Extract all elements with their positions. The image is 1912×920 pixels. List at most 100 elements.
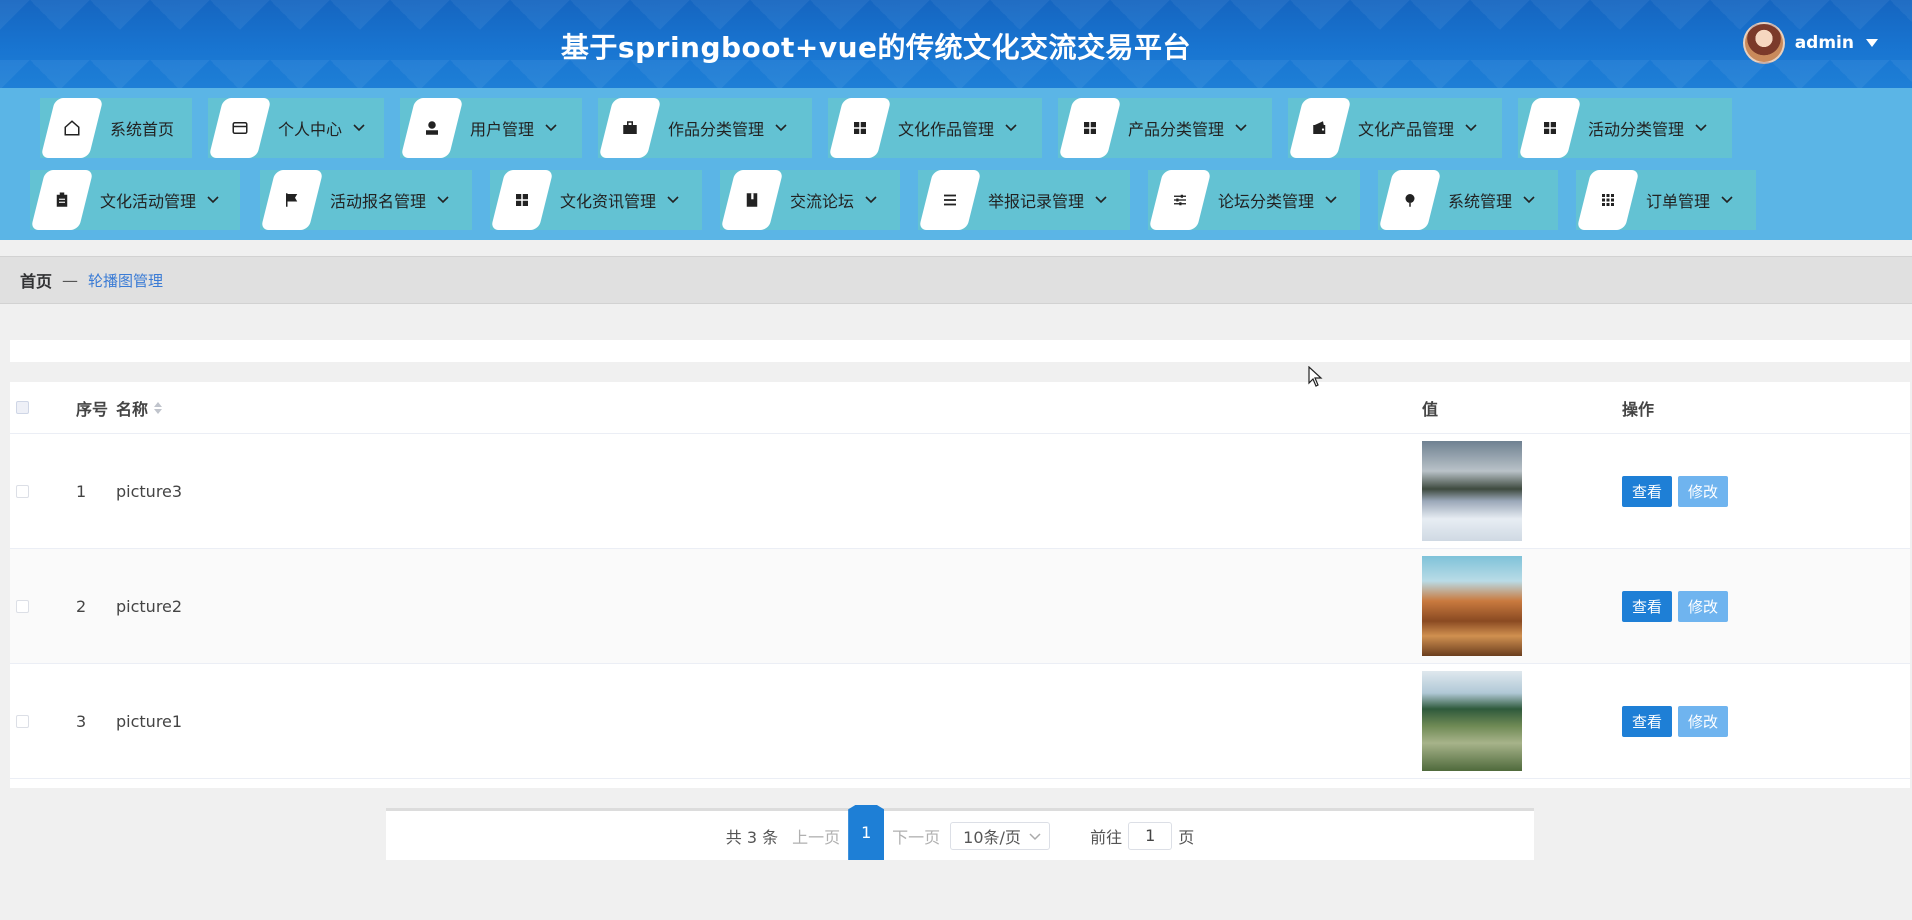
- row-name: picture2: [116, 596, 183, 616]
- edit-button[interactable]: 修改: [1678, 475, 1729, 507]
- wallet-icon: [1311, 119, 1329, 137]
- nav-item-home[interactable]: 系统首页: [40, 98, 192, 158]
- pin-icon: [1401, 191, 1419, 209]
- view-button[interactable]: 查看: [1622, 475, 1673, 507]
- nav-item-activity-signup[interactable]: 活动报名管理: [260, 170, 472, 230]
- next-page-button[interactable]: 下一页: [892, 824, 940, 848]
- chevron-down-icon: [544, 123, 558, 133]
- nav-label: 文化产品管理: [1358, 120, 1455, 139]
- nav-label: 作品分类管理: [668, 120, 765, 139]
- nav-label: 系统管理: [1448, 192, 1513, 211]
- nav-label: 系统首页: [110, 120, 175, 139]
- app-title: 基于springboot+vue的传统文化交流交易平台: [560, 31, 1192, 64]
- nav-item-culture-works[interactable]: 文化作品管理: [828, 98, 1042, 158]
- nav-item-work-category[interactable]: 作品分类管理: [598, 98, 812, 158]
- home-icon: [63, 119, 81, 137]
- grid-icon: [851, 119, 869, 137]
- row-index: 2: [76, 596, 87, 616]
- person-icon: [423, 119, 441, 137]
- nav-label: 文化资讯管理: [560, 192, 657, 211]
- nav-label: 产品分类管理: [1128, 120, 1225, 139]
- chevron-down-icon: [774, 123, 788, 133]
- nav-item-activity-category[interactable]: 活动分类管理: [1518, 98, 1732, 158]
- table-row: 1 picture3 查看 修改: [10, 434, 1910, 549]
- nav-item-forum[interactable]: 交流论坛: [720, 170, 900, 230]
- breadcrumb-home[interactable]: 首页: [20, 268, 52, 292]
- chevron-down-icon: [1522, 195, 1536, 205]
- nav-item-culture-activities[interactable]: 文化活动管理: [30, 170, 240, 230]
- page-1-button[interactable]: 1: [848, 805, 885, 860]
- nav-label: 活动报名管理: [330, 192, 427, 211]
- header-value: 值: [1422, 399, 1439, 419]
- goto-label: 前往: [1090, 827, 1123, 847]
- row-checkbox[interactable]: [16, 484, 29, 498]
- nav-item-product-category[interactable]: 产品分类管理: [1058, 98, 1272, 158]
- flag-icon: [283, 191, 301, 209]
- nav-label: 交流论坛: [790, 192, 855, 211]
- row-image: [1422, 441, 1522, 541]
- chevron-down-icon: [1720, 195, 1734, 205]
- nav-label: 举报记录管理: [988, 192, 1085, 211]
- edit-button[interactable]: 修改: [1678, 705, 1729, 737]
- nav-item-culture-news[interactable]: 文化资讯管理: [490, 170, 702, 230]
- apps-icon: [1599, 191, 1617, 209]
- chevron-down-icon: [1004, 123, 1018, 133]
- nav-item-forum-category[interactable]: 论坛分类管理: [1148, 170, 1360, 230]
- nav-item-personal[interactable]: 个人中心: [208, 98, 384, 158]
- nav-item-culture-products[interactable]: 文化产品管理: [1288, 98, 1502, 158]
- grid-icon: [1541, 119, 1559, 137]
- row-name: picture3: [116, 481, 183, 501]
- nav-label: 文化作品管理: [898, 120, 995, 139]
- nav-item-report-records[interactable]: 举报记录管理: [918, 170, 1130, 230]
- book-icon: [743, 191, 761, 209]
- pagination-total: 共 3 条: [725, 827, 779, 847]
- breadcrumb-current: 轮播图管理: [88, 271, 164, 290]
- chevron-down-icon: [1464, 123, 1478, 133]
- nav-item-orders[interactable]: 订单管理: [1576, 170, 1756, 230]
- page-unit-label: 页: [1178, 827, 1195, 847]
- page-size-value: 10条/页: [963, 827, 1021, 847]
- goto-page-input[interactable]: [1128, 821, 1173, 850]
- row-checkbox[interactable]: [16, 599, 29, 613]
- main-nav: 系统首页 个人中心 用户管理 作品分类管理 文化作品管理 产品分类管理 文化产品…: [0, 88, 1912, 240]
- nav-item-system[interactable]: 系统管理: [1378, 170, 1558, 230]
- nav-label: 活动分类管理: [1588, 120, 1685, 139]
- edit-button[interactable]: 修改: [1678, 590, 1729, 622]
- breadcrumb-separator: —: [62, 270, 79, 290]
- view-button[interactable]: 查看: [1622, 705, 1673, 737]
- chevron-down-icon: [1694, 123, 1708, 133]
- nav-label: 个人中心: [278, 120, 343, 139]
- sliders-icon: [1171, 191, 1189, 209]
- breadcrumb: 首页 — 轮播图管理: [0, 256, 1912, 304]
- chevron-down-icon: [206, 195, 220, 205]
- chevron-down-icon: [436, 195, 450, 205]
- caret-down-icon[interactable]: [1866, 39, 1878, 47]
- username[interactable]: admin: [1795, 33, 1854, 53]
- user-menu[interactable]: admin: [1742, 21, 1878, 65]
- nav-label: 用户管理: [470, 120, 535, 139]
- select-all-checkbox[interactable]: [16, 401, 29, 414]
- table-row: 3 picture1 查看 修改: [10, 664, 1910, 779]
- briefcase-icon: [621, 119, 639, 137]
- table-header: 序号 名称 值 操作: [10, 382, 1910, 434]
- avatar[interactable]: [1742, 22, 1785, 64]
- data-table: 序号 名称 值 操作 1 picture3 查看 修改 2 picture2 查…: [10, 382, 1910, 788]
- chevron-down-icon: [1324, 195, 1338, 205]
- nav-label: 文化活动管理: [100, 192, 197, 211]
- top-header: 基于springboot+vue的传统文化交流交易平台 admin: [0, 0, 1912, 88]
- grid-icon: [513, 191, 531, 209]
- page-size-select[interactable]: 10条/页: [950, 821, 1051, 850]
- row-index: 1: [76, 481, 87, 501]
- header-index: 序号: [76, 399, 109, 419]
- chevron-down-icon: [666, 195, 680, 205]
- header-name[interactable]: 名称: [116, 396, 1422, 420]
- grid-icon: [1081, 119, 1099, 137]
- card-icon: [231, 119, 249, 137]
- nav-item-users[interactable]: 用户管理: [400, 98, 582, 158]
- prev-page-button[interactable]: 上一页: [792, 824, 840, 848]
- mouse-cursor-icon: [1308, 365, 1324, 392]
- sort-icon[interactable]: [154, 401, 163, 414]
- row-checkbox[interactable]: [16, 714, 29, 728]
- chevron-down-icon: [1029, 826, 1041, 845]
- view-button[interactable]: 查看: [1622, 590, 1673, 622]
